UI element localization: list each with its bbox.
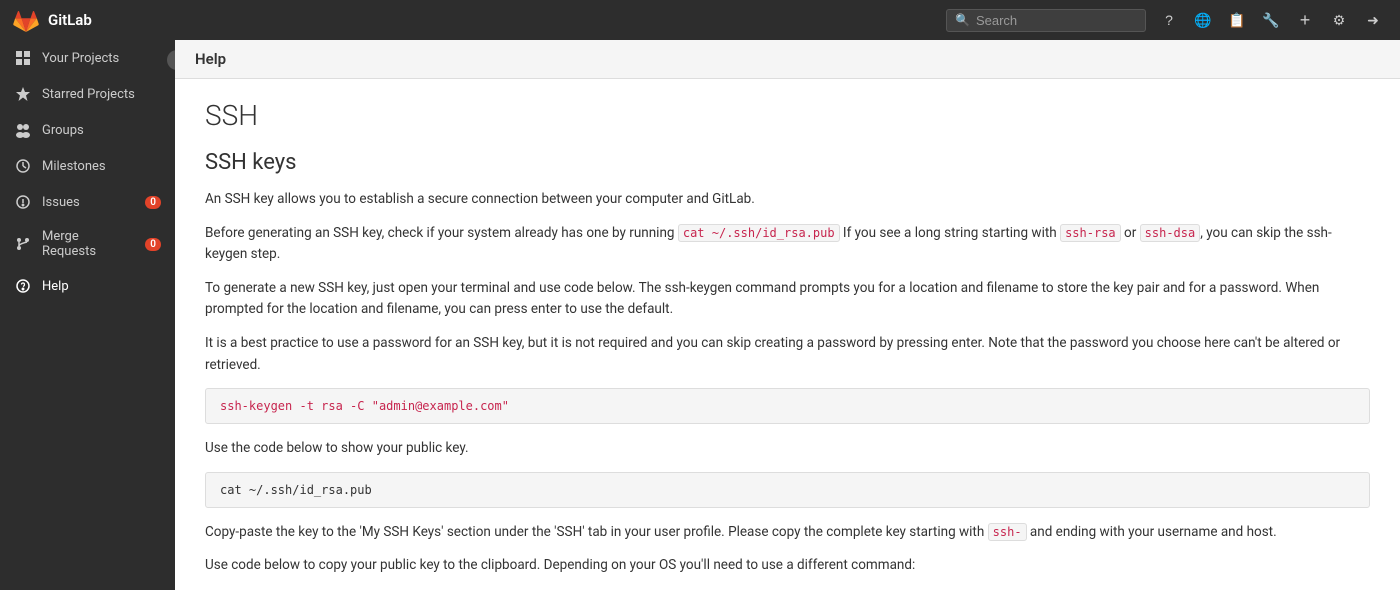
use-code-below-text: Use code below to copy your public key t… xyxy=(205,555,1370,577)
main-layout: ‹ Your Projects Starred Projects Groups … xyxy=(0,40,1400,590)
ssh-dsa-inline: ssh-dsa xyxy=(1140,224,1201,242)
sidebar-item-your-projects[interactable]: Your Projects xyxy=(0,40,175,76)
sidebar-item-merge-requests[interactable]: Merge Requests 0 xyxy=(0,220,175,268)
section-title: SSH keys xyxy=(205,150,1370,175)
issue-icon xyxy=(14,193,32,211)
group-icon xyxy=(14,121,32,139)
sidebar: ‹ Your Projects Starred Projects Groups … xyxy=(0,40,175,590)
para-1: An SSH key allows you to establish a sec… xyxy=(205,189,1370,211)
help-sidebar-icon xyxy=(14,277,32,295)
merge-icon xyxy=(14,235,32,253)
search-icon: 🔍 xyxy=(955,13,970,27)
cat-command-inline: cat ~/.ssh/id_rsa.pub xyxy=(678,224,840,242)
page-header: Help xyxy=(175,40,1400,79)
clock-icon xyxy=(14,157,32,175)
gitlab-logo-icon xyxy=(12,6,40,34)
sidebar-label-milestones: Milestones xyxy=(42,159,106,174)
sidebar-item-milestones[interactable]: Milestones xyxy=(0,148,175,184)
header-icons: ? 🌐 📋 🔧 + ⚙ ➜ xyxy=(1154,5,1388,35)
plus-icon-btn[interactable]: + xyxy=(1290,5,1320,35)
wrench-icon-btn[interactable]: 🔧 xyxy=(1256,5,1286,35)
sidebar-item-groups[interactable]: Groups xyxy=(0,112,175,148)
top-header: GitLab 🔍 ? 🌐 📋 🔧 + ⚙ ➜ xyxy=(0,0,1400,40)
copy-paste-text: Copy-paste the key to the 'My SSH Keys' … xyxy=(205,522,1370,544)
sidebar-label-your-projects: Your Projects xyxy=(42,51,119,66)
cat-pub-code-block: cat ~/.ssh/id_rsa.pub xyxy=(205,472,1370,508)
sidebar-label-merge-requests: Merge Requests xyxy=(42,229,135,259)
sidebar-label-issues: Issues xyxy=(42,195,80,210)
star-icon xyxy=(14,85,32,103)
para-3: To generate a new SSH key, just open you… xyxy=(205,278,1370,321)
sidebar-label-help: Help xyxy=(42,279,69,294)
content-body: SSH SSH keys An SSH key allows you to es… xyxy=(175,79,1400,590)
gear-icon-btn[interactable]: ⚙ xyxy=(1324,5,1354,35)
page-header-title: Help xyxy=(195,50,226,68)
logo-text: GitLab xyxy=(48,11,92,29)
sidebar-label-groups: Groups xyxy=(42,123,84,138)
sidebar-item-starred-projects[interactable]: Starred Projects xyxy=(0,76,175,112)
page-content: Help SSH SSH keys An SSH key allows you … xyxy=(175,40,1400,590)
logo-area[interactable]: GitLab xyxy=(12,6,92,34)
clipboard-icon-btn[interactable]: 📋 xyxy=(1222,5,1252,35)
signout-icon-btn[interactable]: ➜ xyxy=(1358,5,1388,35)
show-key-text: Use the code below to show your public k… xyxy=(205,438,1370,460)
para-4: It is a best practice to use a password … xyxy=(205,333,1370,376)
help-icon-btn[interactable]: ? xyxy=(1154,5,1184,35)
ssh-rsa-inline: ssh-rsa xyxy=(1060,224,1121,242)
issues-badge: 0 xyxy=(145,196,161,209)
keygen-code-block: ssh-keygen -t rsa -C "admin@example.com" xyxy=(205,388,1370,424)
sidebar-item-issues[interactable]: Issues 0 xyxy=(0,184,175,220)
para-2: Before generating an SSH key, check if y… xyxy=(205,223,1370,266)
search-input[interactable] xyxy=(976,13,1137,28)
search-box[interactable]: 🔍 xyxy=(946,9,1146,32)
main-title: SSH xyxy=(205,99,1370,132)
ssh-prefix-inline: ssh- xyxy=(988,523,1027,541)
merge-requests-badge: 0 xyxy=(145,238,161,251)
sidebar-item-help[interactable]: Help xyxy=(0,268,175,304)
grid-icon xyxy=(14,49,32,67)
globe-icon-btn[interactable]: 🌐 xyxy=(1188,5,1218,35)
sidebar-label-starred-projects: Starred Projects xyxy=(42,87,135,102)
